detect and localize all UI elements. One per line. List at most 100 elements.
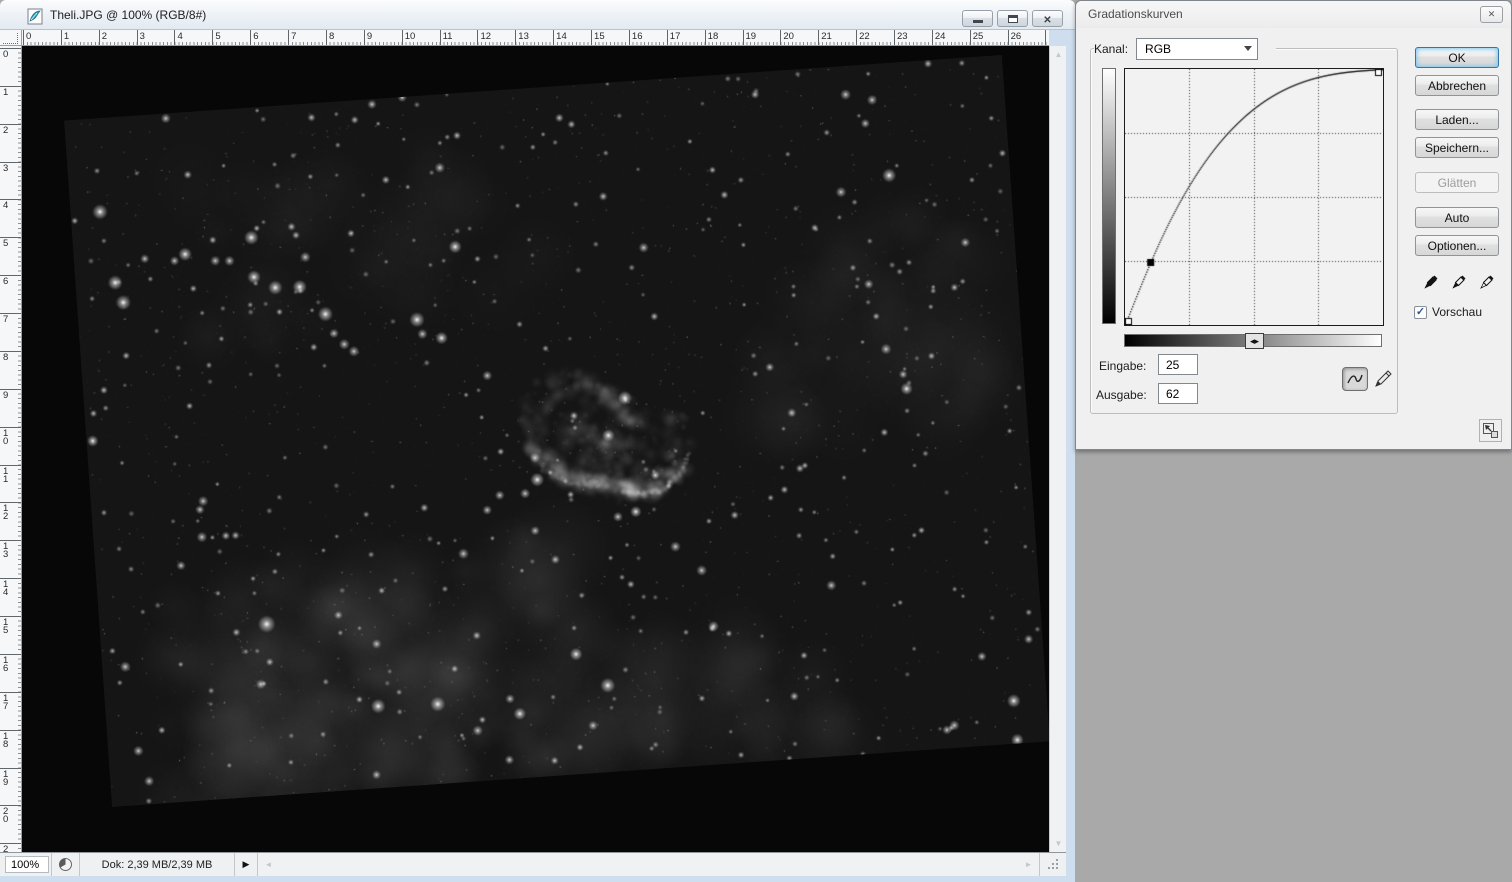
ruler-h-label: 27 [1048,31,1049,42]
ruler-v-label: 1 3 [3,543,8,559]
ruler-v-label: 3 [3,165,8,173]
ruler-v-label: 1 1 [3,468,8,484]
curves-dialog: Gradationskurven Kanal: RGB Eingabe: Aus… [1075,0,1512,450]
dialog-close-button[interactable] [1480,6,1503,23]
ruler-v-label: 1 7 [3,695,8,711]
channel-label: Kanal: [1094,42,1128,56]
document-title: Theli.JPG @ 100% (RGB/8#) [50,8,206,22]
preview-checkbox[interactable]: ✓ [1414,306,1427,319]
black-point-eyedropper-icon[interactable] [1422,271,1442,291]
ruler-h-label: 1 [64,31,69,42]
curves-grid-canvas[interactable] [1124,68,1384,326]
ruler-h-label: 22 [859,31,870,42]
ruler-v-label: 0 [3,51,8,59]
curve-point-tool-button[interactable] [1342,367,1368,391]
pencil-tool-button[interactable] [1372,368,1394,390]
output-value-field[interactable] [1158,383,1198,404]
ruler-v-label: 9 [3,392,8,400]
channel-row: Kanal: RGB [1094,37,1276,60]
input-value-field[interactable] [1158,354,1198,375]
check-icon: ✓ [1416,305,1425,318]
ruler-v-label: 1 0 [3,430,8,446]
ruler-h-label: 26 [1011,31,1022,42]
ruler-h-label: 11 [443,31,453,42]
status-icon-cell[interactable] [52,853,80,876]
ruler-h-label: 5 [215,31,220,42]
window-resize-grip[interactable] [1040,853,1066,876]
starfield-photo[interactable] [64,55,1049,807]
ruler-h-label: 3 [140,31,145,42]
output-label: Ausgabe: [1096,388,1147,402]
gradient-midpoint-slider[interactable] [1245,333,1264,349]
ok-button[interactable]: OK [1415,47,1499,68]
scroll-down-icon[interactable] [1050,835,1067,852]
ruler-v-label: 1 2 [3,505,8,521]
ruler-h-label: 7 [291,31,296,42]
horizontal-ruler: 0123456789101112131415161718192021222324… [22,30,1049,46]
ruler-h-label: 13 [518,31,529,42]
white-point-eyedropper-icon[interactable] [1478,271,1498,291]
ruler-v-label: 1 4 [3,581,8,597]
ruler-h-label: 23 [897,31,908,42]
dialog-title: Gradationskurven [1088,7,1183,21]
maximize-button[interactable] [997,10,1028,27]
input-gradient-bar [1124,334,1382,347]
dialog-size-toggle-button[interactable] [1479,419,1502,442]
chevron-down-icon [1244,46,1252,51]
document-window: Theli.JPG @ 100% (RGB/8#) 01234567891011… [0,0,1075,882]
options-button[interactable]: Optionen... [1415,235,1499,256]
vertical-scrollbar[interactable] [1049,46,1066,852]
zoom-level-input[interactable] [5,856,49,873]
ruler-v-label: 1 5 [3,619,8,635]
ruler-h-label: 25 [973,31,984,42]
ruler-h-label: 14 [556,31,567,42]
ruler-h-label: 2 [102,31,107,42]
ruler-h-label: 12 [480,31,491,42]
status-menu-button[interactable] [235,853,258,876]
scroll-right-icon[interactable] [1020,856,1037,873]
cancel-button[interactable]: Abbrechen [1415,75,1499,96]
ruler-h-label: 18 [708,31,719,42]
ruler-v-label: 1 6 [3,657,8,673]
ruler-v-label: 4 [3,202,8,210]
ruler-v-label: 1 [3,89,8,97]
channel-value: RGB [1145,42,1171,56]
ruler-v-label: 7 [3,316,8,324]
ruler-h-label: 10 [405,31,416,42]
scroll-left-icon[interactable] [260,856,277,873]
screen: Theli.JPG @ 100% (RGB/8#) 01234567891011… [0,0,1512,882]
close-icon [1043,10,1051,28]
minimize-icon [973,20,983,23]
load-button[interactable]: Laden... [1415,109,1499,130]
close-button[interactable] [1032,10,1063,27]
input-label: Eingabe: [1099,359,1146,373]
save-button[interactable]: Speichern... [1415,137,1499,158]
ruler-h-label: 15 [594,31,605,42]
ruler-h-label: 24 [935,31,946,42]
ruler-v-label: 6 [3,278,8,286]
document-titlebar[interactable]: Theli.JPG @ 100% (RGB/8#) [0,0,1075,30]
vertical-ruler: 01234567891 01 11 21 31 41 51 61 71 81 9… [0,46,22,852]
ruler-v-label: 2 0 [3,808,8,824]
output-gradient-bar [1102,68,1116,324]
smooth-button: Glätten [1415,172,1499,193]
ruler-h-label: 20 [783,31,794,42]
ruler-h-label: 8 [329,31,334,42]
ruler-v-label: 2 [3,127,8,135]
channel-dropdown[interactable]: RGB [1136,38,1258,60]
document-canvas[interactable] [22,46,1049,852]
ruler-h-label: 19 [746,31,757,42]
document-profile-icon [58,857,73,872]
gray-point-eyedropper-icon[interactable] [1450,271,1470,291]
ruler-h-label: 0 [26,31,31,42]
ruler-origin-box[interactable] [0,30,22,46]
document-file-icon [27,8,44,25]
ruler-v-label: 5 [3,240,8,248]
dialog-titlebar[interactable]: Gradationskurven [1076,1,1511,28]
ruler-h-label: 6 [253,31,258,42]
horizontal-scrollbar[interactable] [258,853,1040,876]
doc-size-info: Dok: 2,39 MB/2,39 MB [80,853,235,876]
auto-button[interactable]: Auto [1415,207,1499,228]
scroll-up-icon[interactable] [1050,46,1067,63]
minimize-button[interactable] [962,10,993,27]
